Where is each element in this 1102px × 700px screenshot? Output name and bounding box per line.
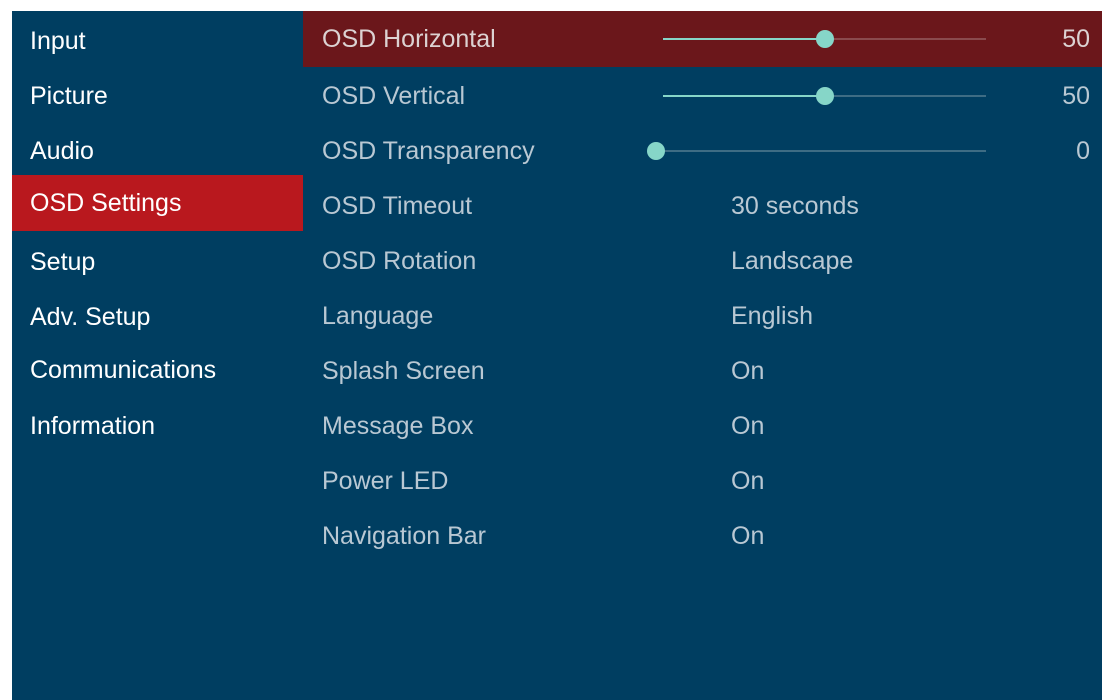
power-led-value: On bbox=[731, 467, 765, 495]
menu-item-osd-settings[interactable]: OSD Settings bbox=[12, 175, 303, 231]
setting-label: Navigation Bar bbox=[322, 522, 486, 550]
setting-osd-horizontal[interactable]: OSD Horizontal 50 bbox=[303, 11, 1102, 67]
menu-item-communications[interactable]: Communications bbox=[12, 342, 303, 398]
setting-language[interactable]: Language English bbox=[303, 288, 1102, 344]
menu-item-setup[interactable]: Setup bbox=[12, 234, 303, 290]
osd-timeout-value: 30 seconds bbox=[731, 192, 859, 220]
setting-navigation-bar[interactable]: Navigation Bar On bbox=[303, 508, 1102, 564]
setting-osd-timeout[interactable]: OSD Timeout 30 seconds bbox=[303, 178, 1102, 234]
osd-settings-panel: OSD Horizontal 50 OSD Vertical 50 OSD Tr… bbox=[303, 11, 1102, 700]
osd-transparency-slider[interactable] bbox=[647, 142, 986, 160]
slider-fill bbox=[663, 38, 825, 40]
navigation-bar-value: On bbox=[731, 522, 765, 550]
slider-value: 50 bbox=[1062, 82, 1090, 110]
menu-item-information[interactable]: Information bbox=[12, 398, 303, 454]
setting-label: Splash Screen bbox=[322, 357, 485, 385]
setting-label: OSD Transparency bbox=[322, 137, 535, 165]
setting-label: OSD Horizontal bbox=[322, 25, 496, 53]
main-menu: Input Picture Audio OSD Settings Setup A… bbox=[12, 11, 303, 700]
setting-message-box[interactable]: Message Box On bbox=[303, 398, 1102, 454]
slider-value: 0 bbox=[1076, 137, 1090, 165]
setting-osd-transparency[interactable]: OSD Transparency 0 bbox=[303, 123, 1102, 179]
setting-osd-vertical[interactable]: OSD Vertical 50 bbox=[303, 68, 1102, 124]
slider-fill bbox=[663, 95, 825, 97]
setting-label: Message Box bbox=[322, 412, 474, 440]
slider-value: 50 bbox=[1062, 25, 1090, 53]
setting-label: OSD Vertical bbox=[322, 82, 466, 110]
menu-item-adv-setup[interactable]: Adv. Setup bbox=[12, 289, 303, 345]
osd-horizontal-slider[interactable] bbox=[663, 30, 986, 48]
slider-thumb[interactable] bbox=[815, 87, 834, 105]
language-value: English bbox=[731, 302, 813, 330]
menu-item-input[interactable]: Input bbox=[12, 13, 303, 69]
osd-menu-window: Input Picture Audio OSD Settings Setup A… bbox=[12, 11, 1102, 700]
setting-splash-screen[interactable]: Splash Screen On bbox=[303, 343, 1102, 399]
slider-track bbox=[656, 150, 986, 152]
setting-label: Language bbox=[322, 302, 434, 330]
setting-label: OSD Timeout bbox=[322, 192, 473, 220]
slider-thumb[interactable] bbox=[647, 142, 665, 160]
message-box-value: On bbox=[731, 412, 765, 440]
menu-item-picture[interactable]: Picture bbox=[12, 68, 303, 124]
slider-thumb[interactable] bbox=[815, 30, 834, 48]
menu-item-audio[interactable]: Audio bbox=[12, 123, 303, 179]
setting-osd-rotation[interactable]: OSD Rotation Landscape bbox=[303, 233, 1102, 289]
osd-rotation-value: Landscape bbox=[731, 247, 854, 275]
setting-label: OSD Rotation bbox=[322, 247, 477, 275]
splash-screen-value: On bbox=[731, 357, 765, 385]
setting-label: Power LED bbox=[322, 467, 449, 495]
setting-power-led[interactable]: Power LED On bbox=[303, 453, 1102, 509]
osd-vertical-slider[interactable] bbox=[663, 87, 986, 105]
